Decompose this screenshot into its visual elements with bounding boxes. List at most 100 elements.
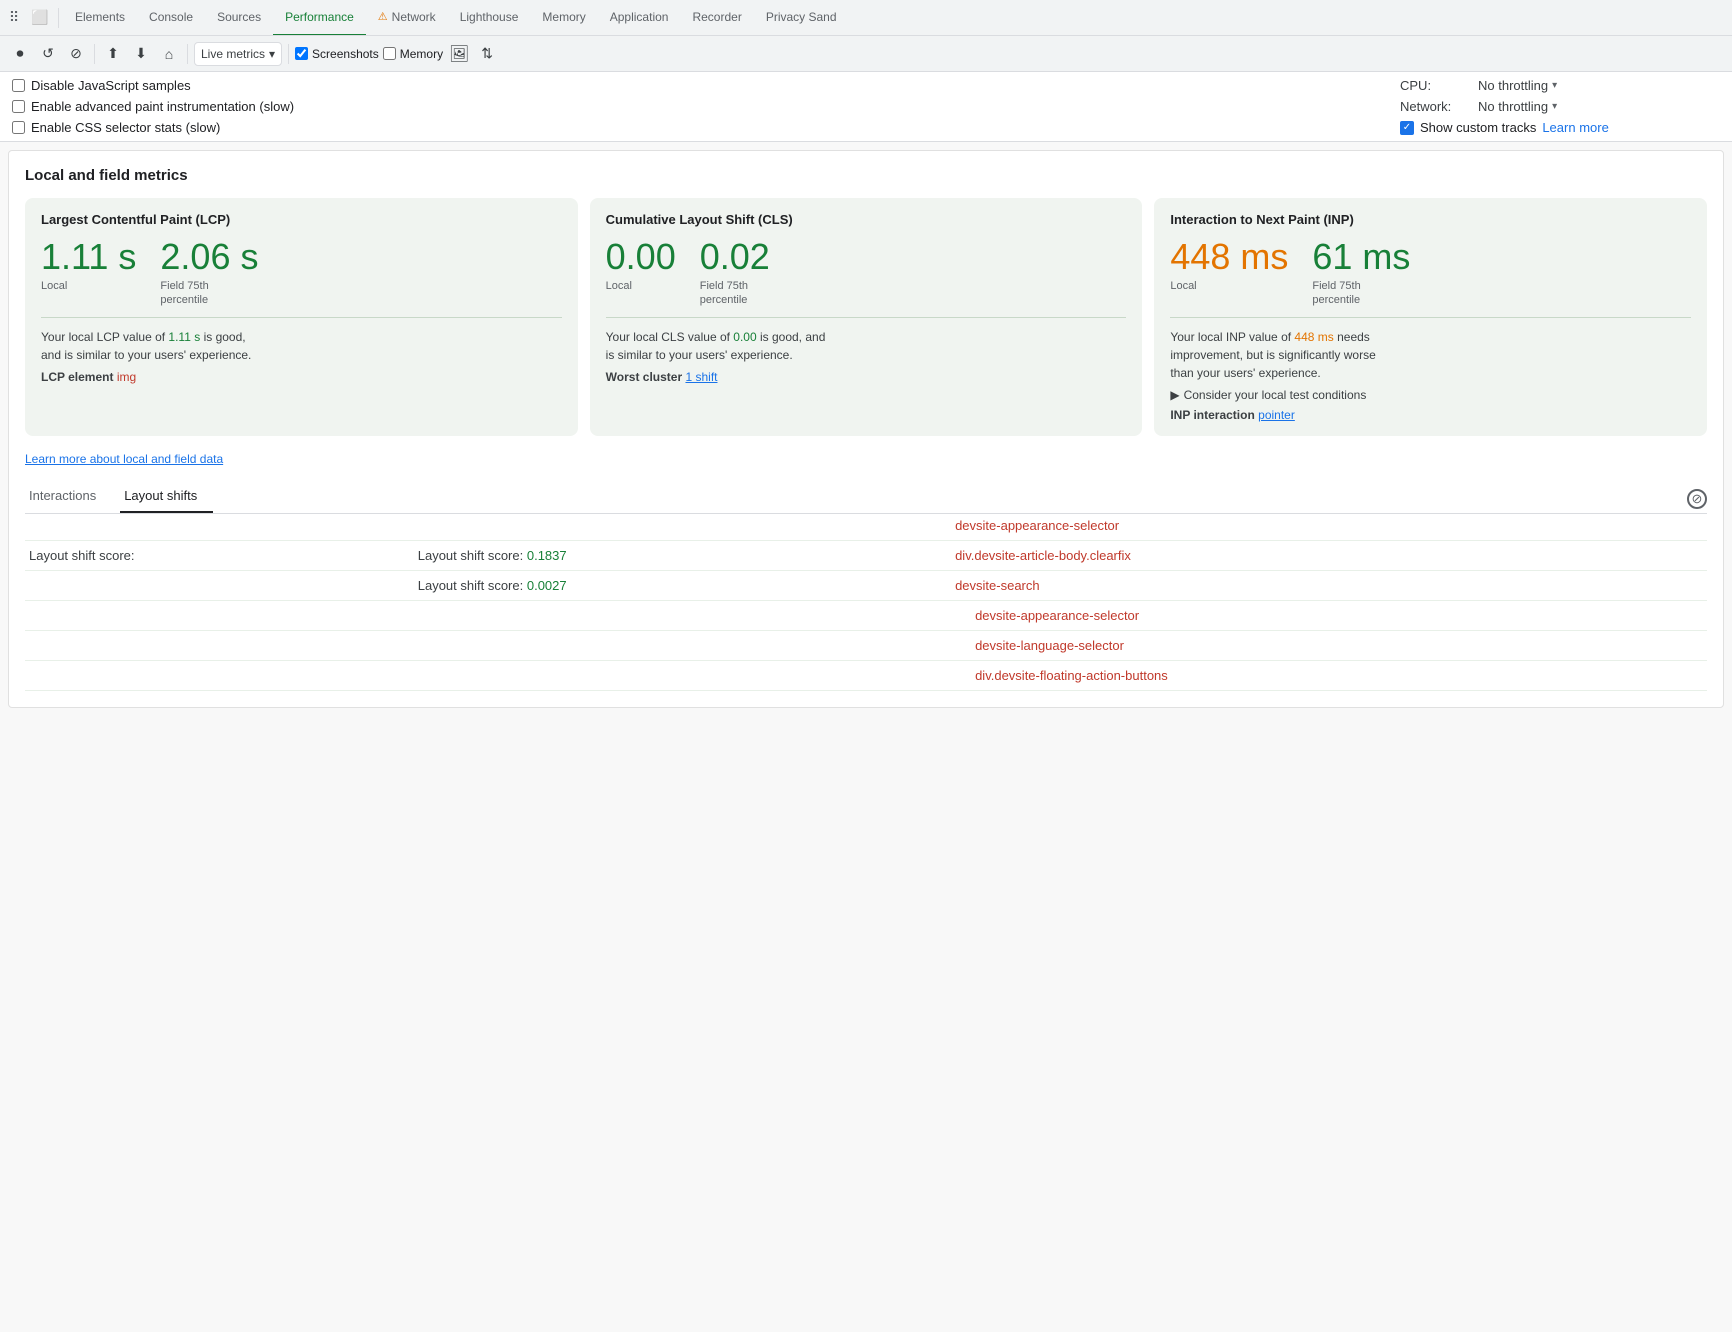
- cpu-value: No throttling: [1478, 78, 1548, 93]
- tab-network[interactable]: ⚠ Network: [366, 0, 448, 36]
- inp-local-label: Local: [1170, 279, 1288, 293]
- memory-label: Memory: [400, 47, 443, 61]
- cls-description: Your local CLS value of 0.00 is good, an…: [606, 328, 1127, 364]
- element-cell-3: devsite-appearance-selector: [951, 601, 1707, 631]
- tab-performance[interactable]: Performance: [273, 0, 366, 36]
- toolbar-divider-2: [187, 44, 188, 64]
- css-selector-label[interactable]: Enable CSS selector stats (slow): [12, 120, 1380, 135]
- cls-desc-highlight: 0.00: [733, 330, 756, 344]
- toolbar: ⏺ ↺ ⊘ ⬆ ⬇ ⌂ Live metrics ▾ Screenshots M…: [0, 36, 1732, 72]
- upload-button[interactable]: ⬆: [101, 42, 125, 66]
- tab-console[interactable]: Console: [137, 0, 205, 36]
- cls-local-block: 0.00 Local: [606, 237, 676, 307]
- tab-layout-shifts[interactable]: Layout shifts: [120, 480, 213, 513]
- show-tracks-checkbox[interactable]: ✓: [1400, 121, 1414, 135]
- download-button[interactable]: ⬇: [129, 42, 153, 66]
- disable-js-text: Disable JavaScript samples: [31, 78, 191, 93]
- show-tracks-learn-more[interactable]: Learn more: [1542, 120, 1608, 135]
- inp-collapsible[interactable]: ▶ Consider your local test conditions: [1170, 388, 1691, 402]
- memory-checkbox[interactable]: [383, 47, 396, 60]
- network-value: No throttling: [1478, 99, 1548, 114]
- settings-extra-btn[interactable]: ⇅: [475, 42, 499, 66]
- indent-cell-5: [25, 661, 414, 691]
- inp-interaction-link[interactable]: pointer: [1258, 408, 1295, 422]
- tab-application[interactable]: Application: [598, 0, 681, 36]
- block-icon[interactable]: ⊘: [1687, 489, 1707, 509]
- collapsible-label: Consider your local test conditions: [1184, 388, 1367, 402]
- advanced-paint-text: Enable advanced paint instrumentation (s…: [31, 99, 294, 114]
- score-label-cell-1: Layout shift score:: [25, 541, 414, 571]
- home-button[interactable]: ⌂: [157, 42, 181, 66]
- lcp-element-row: LCP element img: [41, 370, 562, 384]
- score-val-1: 0.1837: [527, 548, 567, 563]
- live-metrics-select[interactable]: Live metrics ▾: [194, 42, 282, 66]
- tab-memory[interactable]: Memory: [530, 0, 597, 36]
- element-link-0[interactable]: devsite-appearance-selector: [955, 518, 1119, 533]
- tab-recorder[interactable]: Recorder: [680, 0, 753, 36]
- lcp-card: Largest Contentful Paint (LCP) 1.11 s Lo…: [25, 198, 578, 436]
- element-link-1[interactable]: div.devsite-article-body.clearfix: [955, 548, 1131, 563]
- screenshot-icon-btn[interactable]: 🖼: [447, 42, 471, 66]
- layout-shift-table: devsite-appearance-selector Layout shift…: [25, 514, 1707, 691]
- disable-js-checkbox[interactable]: [12, 79, 25, 92]
- settings-right: CPU: No throttling ▾ Network: No throttl…: [1380, 78, 1720, 135]
- cpu-label: CPU:: [1400, 78, 1470, 93]
- toolbar-divider-1: [94, 44, 95, 64]
- indent-cell-3: [25, 601, 414, 631]
- score-indent-3: [414, 601, 951, 631]
- score-value-cell-2: Layout shift score: 0.0027: [414, 571, 951, 601]
- screenshots-checkbox[interactable]: [295, 47, 308, 60]
- lcp-element-tag: img: [117, 370, 136, 384]
- collapsible-arrow: ▶: [1170, 388, 1179, 402]
- element-link-5[interactable]: div.devsite-floating-action-buttons: [975, 668, 1168, 683]
- inp-local-block: 448 ms Local: [1170, 237, 1288, 307]
- devtools-icon-2[interactable]: ⬜: [30, 8, 50, 28]
- memory-checkbox-label[interactable]: Memory: [383, 47, 443, 61]
- network-row: Network: No throttling ▾: [1400, 99, 1720, 114]
- score-indent-5: [414, 661, 951, 691]
- record-button[interactable]: ⏺: [8, 42, 32, 66]
- tab-interactions[interactable]: Interactions: [25, 480, 112, 513]
- screenshots-checkbox-label[interactable]: Screenshots: [295, 47, 379, 61]
- element-link-4[interactable]: devsite-language-selector: [975, 638, 1124, 653]
- element-cell-2: devsite-search: [951, 571, 1707, 601]
- network-select[interactable]: No throttling ▾: [1478, 99, 1557, 114]
- cls-field-value: 0.02: [700, 237, 770, 277]
- cls-worst-cluster-link[interactable]: 1 shift: [685, 370, 717, 384]
- table-row: Layout shift score: Layout shift score: …: [25, 541, 1707, 571]
- metric-cards: Largest Contentful Paint (LCP) 1.11 s Lo…: [25, 198, 1707, 436]
- lcp-field-label: Field 75thpercentile: [160, 279, 258, 308]
- inp-field-block: 61 ms Field 75thpercentile: [1312, 237, 1410, 307]
- devtools-icons: ⠿ ⬜: [4, 8, 59, 28]
- css-selector-checkbox[interactable]: [12, 121, 25, 134]
- stop-button[interactable]: ⊘: [64, 42, 88, 66]
- tab-sources[interactable]: Sources: [205, 0, 273, 36]
- reload-button[interactable]: ↺: [36, 42, 60, 66]
- cls-title: Cumulative Layout Shift (CLS): [606, 212, 1127, 227]
- cls-card: Cumulative Layout Shift (CLS) 0.00 Local…: [590, 198, 1143, 436]
- advanced-paint-checkbox[interactable]: [12, 100, 25, 113]
- disable-js-label[interactable]: Disable JavaScript samples: [12, 78, 1380, 93]
- advanced-paint-label[interactable]: Enable advanced paint instrumentation (s…: [12, 99, 1380, 114]
- table-row: devsite-language-selector: [25, 631, 1707, 661]
- table-row: Layout shift score: 0.0027 devsite-searc…: [25, 571, 1707, 601]
- cls-local-value: 0.00: [606, 237, 676, 277]
- inp-divider: [1170, 317, 1691, 318]
- table-row: div.devsite-floating-action-buttons: [25, 661, 1707, 691]
- tab-lighthouse[interactable]: Lighthouse: [448, 0, 531, 36]
- element-link-2[interactable]: devsite-search: [955, 578, 1040, 593]
- cpu-select[interactable]: No throttling ▾: [1478, 78, 1557, 93]
- devtools-icon-1[interactable]: ⠿: [4, 8, 24, 28]
- score-label-cell-2: [25, 571, 414, 601]
- warn-icon: ⚠: [378, 10, 388, 23]
- learn-more-link[interactable]: Learn more about local and field data: [25, 452, 1707, 466]
- tab-elements[interactable]: Elements: [63, 0, 137, 36]
- sub-tabs: Interactions Layout shifts ⊘: [25, 480, 1707, 514]
- score-indent-4: [414, 631, 951, 661]
- element-link-3[interactable]: devsite-appearance-selector: [975, 608, 1139, 623]
- css-selector-text: Enable CSS selector stats (slow): [31, 120, 220, 135]
- network-label: Network:: [1400, 99, 1470, 114]
- lcp-field-block: 2.06 s Field 75thpercentile: [160, 237, 258, 307]
- lcp-local-value: 1.11 s: [41, 237, 136, 277]
- tab-privacy-sand[interactable]: Privacy Sand: [754, 0, 849, 36]
